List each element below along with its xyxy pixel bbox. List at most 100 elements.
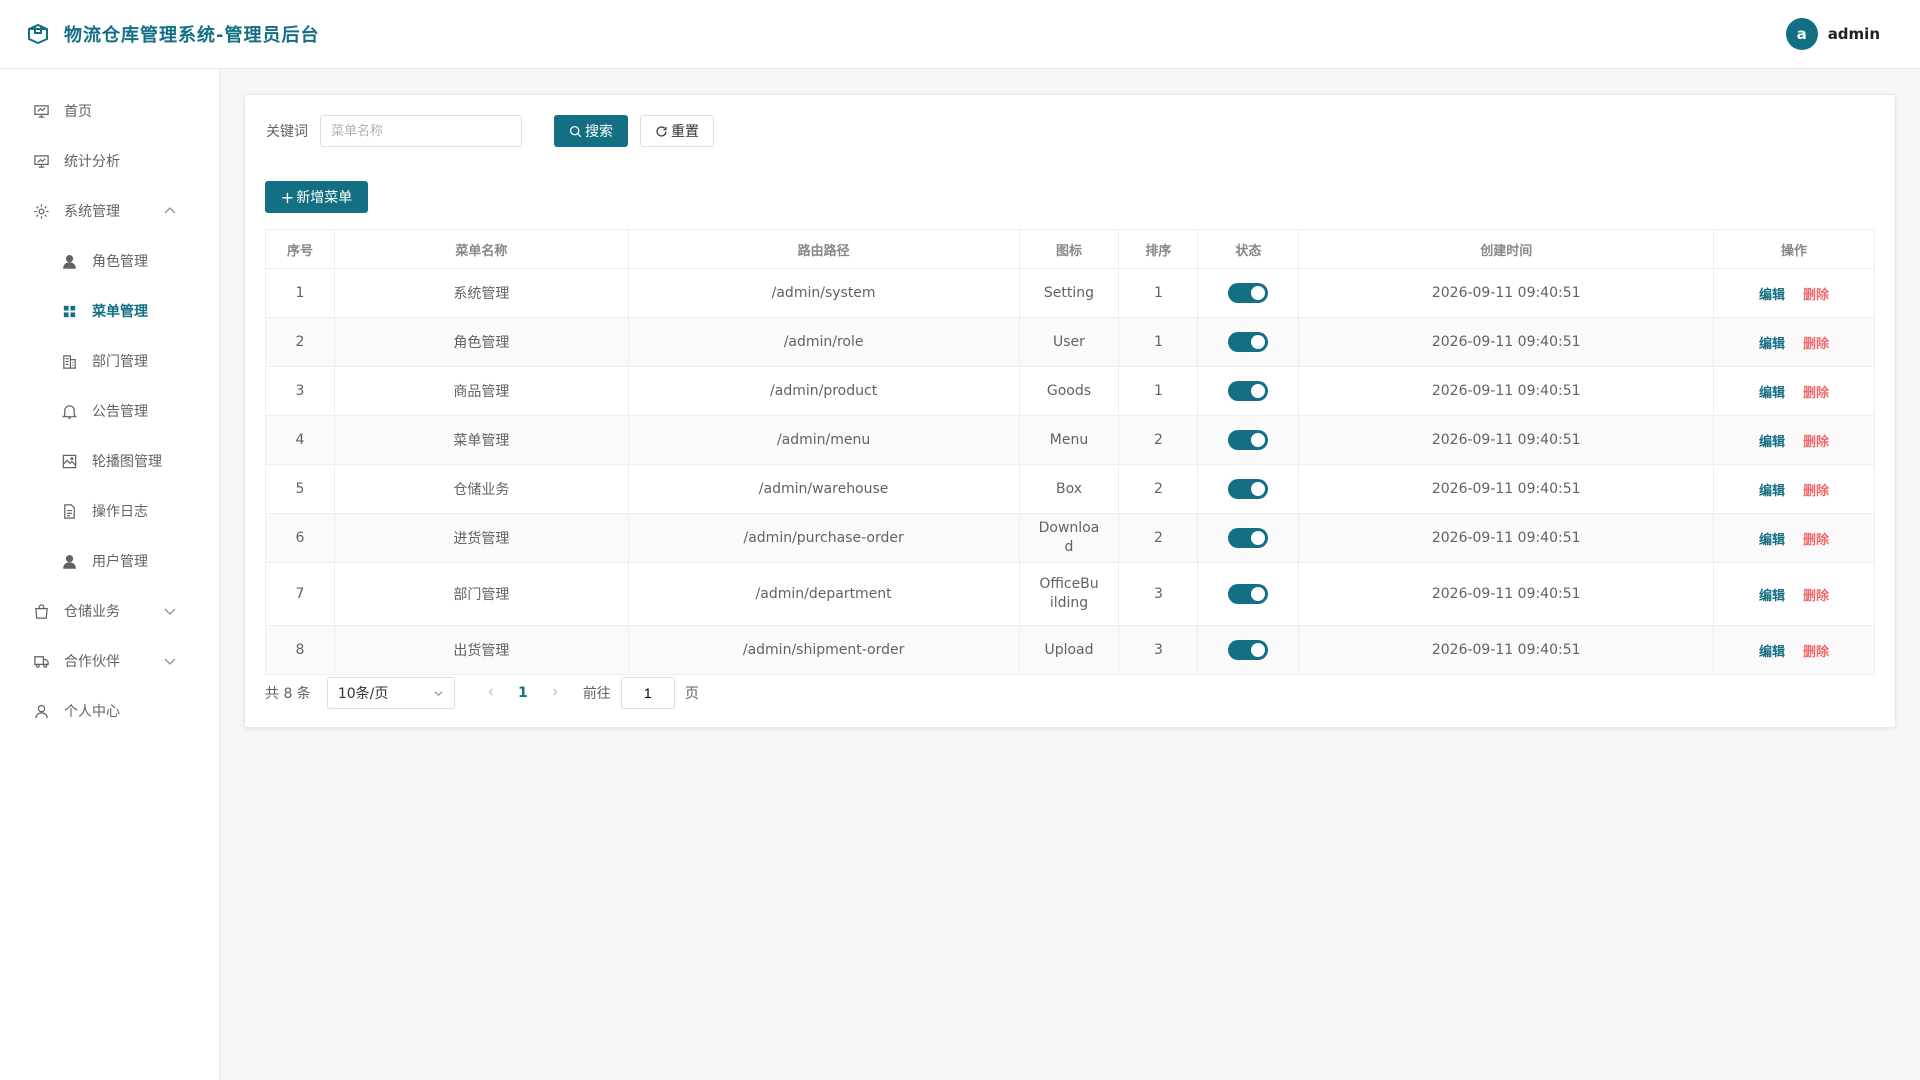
add-menu-button[interactable]: + 新增菜单 (265, 181, 368, 213)
sidebar-item-12[interactable]: 个人中心 (0, 686, 219, 736)
icon-name-text: Box (1055, 480, 1082, 497)
cell-icon: Goods (1018, 366, 1120, 416)
cell-status (1197, 268, 1300, 318)
sidebar-item-1[interactable]: 统计分析 (0, 136, 219, 186)
reset-button[interactable]: 重置 (640, 115, 714, 147)
delete-button[interactable]: 删除 (1803, 484, 1829, 499)
cell-icon: Setting (1018, 268, 1120, 318)
picture-icon (60, 452, 78, 470)
status-toggle[interactable] (1228, 283, 1269, 303)
sidebar-item-2[interactable]: 系统管理 (0, 186, 219, 236)
sidebar-item-4[interactable]: 菜单管理 (0, 286, 219, 336)
column-header-1: 菜单名称 (333, 229, 629, 269)
cell-icon: Upload (1018, 625, 1120, 675)
icon-name-text: OfficeBuilding (1039, 576, 1099, 611)
sidebar-item-label: 轮播图管理 (92, 454, 162, 470)
edit-button[interactable]: 编辑 (1759, 533, 1785, 548)
cell-id: 2 (265, 317, 335, 367)
sidebar-item-11[interactable]: 合作伙伴 (0, 636, 219, 686)
chevron-down-icon (164, 608, 176, 615)
cell-icon: Download (1018, 513, 1120, 563)
cell-name: 仓储业务 (333, 464, 629, 514)
delete-button[interactable]: 删除 (1803, 645, 1829, 660)
goto-label: 前往 (582, 686, 611, 702)
edit-button[interactable]: 编辑 (1759, 484, 1785, 499)
sidebar-item-label: 角色管理 (92, 254, 148, 270)
delete-button[interactable]: 删除 (1803, 435, 1829, 450)
column-header-0: 序号 (265, 229, 335, 269)
status-toggle[interactable] (1228, 640, 1269, 660)
delete-button[interactable]: 删除 (1803, 589, 1829, 604)
cell-status (1197, 464, 1300, 514)
sidebar-item-9[interactable]: 用户管理 (0, 536, 219, 586)
goto-page-input[interactable] (620, 677, 675, 709)
table-row: 2 角色管理/admin/role User 1 2026-09-11 09:40:51… (265, 317, 1875, 367)
cell-created: 2026-09-11 09:40:51 (1298, 562, 1715, 626)
cell-created: 2026-09-11 09:40:51 (1298, 366, 1715, 416)
cell-path: /admin/role (627, 317, 1020, 367)
cell-id: 4 (265, 415, 335, 465)
page-number-current[interactable]: 1 (507, 685, 539, 701)
sidebar-item-7[interactable]: 轮播图管理 (0, 436, 219, 486)
search-button-label: 搜索 (585, 124, 613, 140)
user-menu[interactable]: a admin (1785, 18, 1880, 50)
cell-actions: 编辑 删除 (1713, 415, 1875, 465)
status-toggle[interactable] (1228, 430, 1269, 450)
cell-sort: 1 (1118, 366, 1199, 416)
delete-button[interactable]: 删除 (1803, 288, 1829, 303)
bell-icon (60, 402, 78, 420)
search-bar: 关键词 搜索 重置 (266, 115, 714, 147)
cell-name: 商品管理 (333, 366, 629, 416)
sidebar-item-8[interactable]: 操作日志 (0, 486, 219, 536)
cell-actions: 编辑 删除 (1713, 464, 1875, 514)
edit-button[interactable]: 编辑 (1759, 386, 1785, 401)
edit-button[interactable]: 编辑 (1759, 589, 1785, 604)
cell-name: 进货管理 (333, 513, 629, 563)
page-size-select[interactable]: 10条/页 (326, 677, 455, 709)
edit-button[interactable]: 编辑 (1759, 337, 1785, 352)
sidebar-item-label: 部门管理 (92, 354, 148, 370)
icon-name-text: Menu (1049, 431, 1089, 448)
delete-button[interactable]: 删除 (1803, 533, 1829, 548)
sidebar-item-0[interactable]: 首页 (0, 86, 219, 136)
delete-button[interactable]: 删除 (1803, 386, 1829, 401)
menu-list-card: 关键词 搜索 重置 + 新增菜单 序号菜单名称路由路径图标排序状态创建时间操作 … (244, 94, 1896, 728)
cell-actions: 编辑 删除 (1713, 562, 1875, 626)
edit-button[interactable]: 编辑 (1759, 645, 1785, 660)
icon-name-text: User (1053, 333, 1085, 350)
table-row: 8 出货管理/admin/shipment-order Upload 3 2026-09… (265, 625, 1875, 675)
sidebar-item-10[interactable]: 仓储业务 (0, 586, 219, 636)
sidebar-item-5[interactable]: 部门管理 (0, 336, 219, 386)
sidebar-item-3[interactable]: 角色管理 (0, 236, 219, 286)
status-toggle[interactable] (1228, 332, 1269, 352)
cell-path: /admin/purchase-order (627, 513, 1020, 563)
cell-id: 3 (265, 366, 335, 416)
username[interactable]: admin (1828, 25, 1880, 43)
status-toggle[interactable] (1228, 528, 1269, 548)
person-icon (32, 702, 50, 720)
sidebar-item-label: 操作日志 (92, 504, 148, 520)
icon-name-text: Setting (1043, 284, 1095, 301)
delete-button[interactable]: 删除 (1803, 337, 1829, 352)
status-toggle[interactable] (1228, 584, 1269, 604)
cell-icon: User (1018, 317, 1120, 367)
status-toggle[interactable] (1228, 381, 1269, 401)
status-toggle[interactable] (1228, 479, 1269, 499)
edit-button[interactable]: 编辑 (1759, 288, 1785, 303)
cell-actions: 编辑 删除 (1713, 513, 1875, 563)
table-row: 5 仓储业务/admin/warehouse Box 2 2026-09-11 09:4… (265, 464, 1875, 514)
search-input[interactable] (320, 115, 522, 147)
cell-actions: 编辑 删除 (1713, 366, 1875, 416)
sidebar-item-label: 用户管理 (92, 554, 148, 570)
cell-name: 出货管理 (333, 625, 629, 675)
prev-page-button[interactable] (475, 685, 507, 701)
keyword-label: 关键词 (266, 124, 308, 140)
edit-button[interactable]: 编辑 (1759, 435, 1785, 450)
grid-icon (60, 302, 78, 320)
next-page-button[interactable] (539, 685, 571, 701)
cell-name: 角色管理 (333, 317, 629, 367)
search-button[interactable]: 搜索 (554, 115, 628, 147)
cell-sort: 2 (1118, 464, 1199, 514)
sidebar-item-6[interactable]: 公告管理 (0, 386, 219, 436)
avatar[interactable]: a (1785, 18, 1818, 50)
